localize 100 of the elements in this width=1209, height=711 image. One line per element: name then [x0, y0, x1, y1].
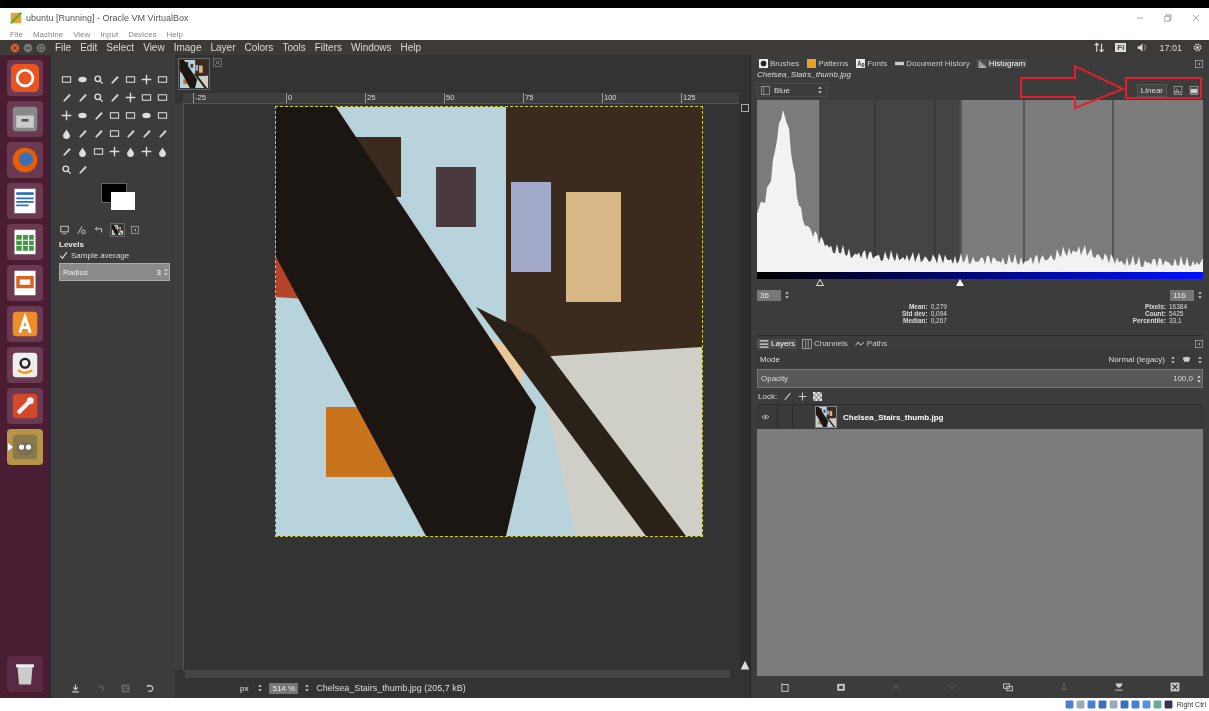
clock[interactable]: 17:01 — [1159, 42, 1182, 53]
ellipse-icon[interactable] — [77, 74, 88, 85]
menu-item[interactable]: Windows — [350, 42, 392, 53]
undo-arrow-icon[interactable] — [93, 225, 104, 235]
dock-tab[interactable]: Paths — [852, 338, 890, 349]
blend-icon[interactable] — [1181, 355, 1192, 364]
launcher-item[interactable] — [7, 224, 43, 260]
new-group-icon[interactable] — [835, 682, 846, 692]
drop-icon[interactable] — [61, 128, 72, 139]
brush-stroke-icon[interactable] — [783, 391, 793, 401]
cross-arrows-icon[interactable] — [125, 92, 136, 103]
zoom-field[interactable]: 514 % — [269, 682, 299, 694]
menu-item[interactable]: Tools — [282, 42, 306, 53]
cross-arrows-icon[interactable] — [141, 74, 152, 85]
drop-icon[interactable] — [125, 146, 136, 157]
launcher-item[interactable] — [7, 60, 43, 96]
menu-item[interactable]: File — [55, 42, 72, 53]
ellipse-icon[interactable] — [77, 110, 88, 121]
merge-icon[interactable] — [1114, 682, 1125, 692]
dock-tab[interactable]: Layers — [757, 338, 797, 349]
pencil-icon[interactable] — [141, 128, 152, 139]
dock-tab[interactable]: Histogram — [975, 59, 1028, 68]
menu-item[interactable]: Select — [106, 42, 135, 53]
dock-tab[interactable]: Patterns — [805, 59, 851, 68]
menu-item[interactable]: Image — [173, 42, 202, 53]
maximize-icon[interactable] — [36, 42, 46, 53]
range-start-field[interactable]: 36 — [757, 289, 781, 301]
spin-arrows-icon[interactable] — [1197, 290, 1203, 300]
launcher-item[interactable] — [7, 265, 43, 301]
rectangle-icon[interactable] — [157, 92, 168, 103]
range-end-field[interactable]: 116 — [1170, 289, 1194, 301]
menu-item[interactable]: Machine — [32, 29, 64, 39]
cross-arrows-icon[interactable] — [141, 146, 152, 157]
drop-icon[interactable] — [157, 146, 168, 157]
mode-select[interactable]: Normal (legacy) — [1108, 355, 1165, 364]
histogram-graph[interactable] — [757, 100, 1203, 272]
rectangle-icon[interactable] — [157, 74, 168, 85]
pencil-icon[interactable] — [109, 92, 120, 103]
log-histogram-icon[interactable] — [1189, 85, 1199, 95]
menu-item[interactable]: Colors — [244, 42, 274, 53]
pencil-icon[interactable] — [125, 128, 136, 139]
menu-item[interactable]: Filters — [314, 42, 342, 53]
trash-launcher-item[interactable] — [7, 656, 43, 692]
linear-histogram-icon[interactable] — [1173, 85, 1183, 95]
menu-item[interactable]: Devices — [128, 29, 157, 39]
magnifier-icon[interactable] — [61, 164, 72, 175]
spin-arrows-icon[interactable] — [304, 683, 311, 693]
pencil-icon[interactable] — [109, 74, 120, 85]
launcher-item[interactable] — [7, 388, 43, 424]
rectangle-icon[interactable] — [93, 146, 104, 157]
minimize-icon[interactable] — [23, 42, 33, 53]
spin-arrows-icon[interactable] — [1197, 354, 1203, 365]
launcher-item[interactable] — [7, 306, 43, 342]
rectangle-icon[interactable] — [125, 110, 136, 121]
launcher-item[interactable] — [7, 183, 43, 219]
menu-item[interactable]: Edit — [80, 42, 98, 53]
rectangle-icon[interactable] — [141, 92, 152, 103]
checkerboard-icon[interactable] — [813, 391, 823, 401]
new-layer-icon[interactable] — [779, 682, 790, 692]
delete-icon[interactable] — [1170, 682, 1181, 692]
keyboard-layout-indicator[interactable]: Fi — [1115, 43, 1127, 52]
menu-item[interactable]: File — [10, 29, 23, 39]
pencil-icon[interactable] — [61, 146, 72, 157]
layer-row[interactable]: Chelsea_Stairs_thumb.jpg — [757, 404, 1203, 429]
rectangle-icon[interactable] — [109, 110, 120, 121]
cross-arrows-icon[interactable] — [798, 391, 808, 401]
restore-icon[interactable] — [146, 683, 155, 693]
pencil-icon[interactable] — [93, 128, 104, 139]
menu-item[interactable]: Help — [166, 29, 184, 39]
pencil-icon[interactable] — [157, 128, 168, 139]
spin-arrows-icon[interactable] — [1170, 354, 1176, 365]
close-icon[interactable] — [213, 58, 222, 67]
pencil-icon[interactable] — [77, 164, 88, 175]
pencil-icon[interactable] — [77, 92, 88, 103]
menu-item[interactable]: Help — [400, 42, 422, 53]
navigate-icon[interactable] — [741, 104, 749, 112]
panel-menu-icon[interactable] — [131, 226, 139, 234]
scale-button[interactable]: Linear — [1136, 83, 1167, 97]
opacity-spin-field[interactable]: Opacity 100,0 — [757, 369, 1203, 388]
magnifier-icon[interactable] — [93, 92, 104, 103]
launcher-item[interactable] — [7, 347, 43, 383]
pencil-icon[interactable] — [77, 128, 88, 139]
dock-tab[interactable]: Document History — [893, 59, 972, 68]
slash-circle-icon[interactable] — [76, 225, 87, 235]
menu-item[interactable]: View — [143, 42, 165, 53]
menu-item[interactable]: Input — [100, 29, 119, 39]
range-start-handle[interactable] — [815, 279, 824, 286]
gear-icon[interactable] — [1192, 42, 1203, 53]
network-arrows-icon[interactable] — [1094, 42, 1106, 53]
checkbox[interactable] — [59, 251, 68, 260]
image-tab[interactable] — [178, 58, 210, 90]
navigate-arrow-icon[interactable] — [740, 660, 750, 670]
rectangle-icon[interactable] — [61, 74, 72, 85]
rectangle-icon[interactable] — [157, 110, 168, 121]
launcher-item[interactable] — [7, 101, 43, 137]
menu-item[interactable]: Layer — [210, 42, 236, 53]
save-icon[interactable] — [71, 683, 80, 693]
panel-menu-icon[interactable] — [1195, 59, 1203, 68]
rectangle-icon[interactable] — [109, 128, 120, 139]
range-end-handle[interactable] — [955, 279, 964, 286]
